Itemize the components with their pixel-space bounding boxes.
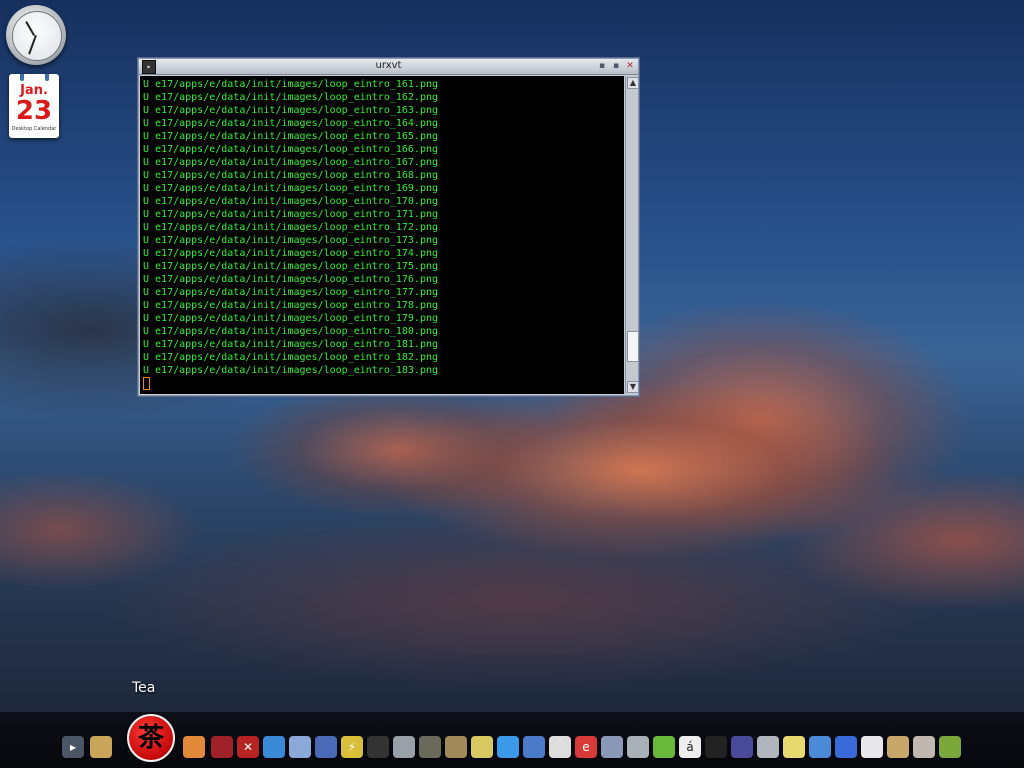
terminal-line: U e17/apps/e/data/init/images/loop_eintr… [143, 79, 439, 90]
printer-icon[interactable] [627, 736, 649, 758]
terminal-line: U e17/apps/e/data/init/images/loop_eintr… [143, 339, 439, 350]
calendar-caption: Desktop Calendar [11, 126, 57, 132]
terminal-line: U e17/apps/e/data/init/images/loop_eintr… [143, 131, 439, 142]
calculator-icon[interactable] [757, 736, 779, 758]
speech-icon[interactable] [549, 736, 571, 758]
scroll-down-arrow-icon[interactable]: ▼ [627, 381, 639, 393]
tools-icon[interactable] [913, 736, 935, 758]
terminal-line: U e17/apps/e/data/init/images/loop_eintr… [143, 248, 439, 259]
terminal-line: U e17/apps/e/data/init/images/loop_eintr… [143, 235, 439, 246]
bomb-icon[interactable] [705, 736, 727, 758]
character-map-icon[interactable]: á [679, 736, 701, 758]
terminal-line: U e17/apps/e/data/init/images/loop_eintr… [143, 222, 439, 233]
terminal-line: U e17/apps/e/data/init/images/loop_eintr… [143, 326, 439, 337]
terminal-area[interactable]: U e17/apps/e/data/init/images/loop_eintr… [140, 76, 624, 394]
urxvt-window[interactable]: ▸ urxvt ▪ ▪ ✕ U e17/apps/e/data/init/ima… [137, 57, 640, 397]
terminal-line: U e17/apps/e/data/init/images/loop_eintr… [143, 157, 439, 168]
record-icon[interactable] [211, 736, 233, 758]
chat-bubble-icon[interactable] [263, 736, 285, 758]
terminal-line: U e17/apps/e/data/init/images/loop_eintr… [143, 313, 439, 324]
web-icon[interactable] [887, 736, 909, 758]
email-e-icon[interactable]: e [575, 736, 597, 758]
terminal-line: U e17/apps/e/data/init/images/loop_eintr… [143, 365, 439, 376]
terminal-line: U e17/apps/e/data/init/images/loop_eintr… [143, 144, 439, 155]
clock-face [12, 11, 62, 61]
dock-bar: 茶 ▸ ✕ ⚡ e á [0, 712, 1024, 768]
shell-icon[interactable] [183, 736, 205, 758]
robot-icon[interactable] [393, 736, 415, 758]
water-drop-icon[interactable] [497, 736, 519, 758]
rocket-icon[interactable] [315, 736, 337, 758]
terminal-line: U e17/apps/e/data/init/images/loop_eintr… [143, 105, 439, 116]
user-icon[interactable] [653, 736, 675, 758]
maximize-button[interactable]: ▪ [611, 61, 621, 71]
terminal-icon[interactable]: ▸ [62, 736, 84, 758]
terminal-line: U e17/apps/e/data/init/images/loop_eintr… [143, 92, 439, 103]
clock-gadget[interactable] [6, 5, 66, 65]
terminal-line: U e17/apps/e/data/init/images/loop_eintr… [143, 118, 439, 129]
terminal-line: U e17/apps/e/data/init/images/loop_eintr… [143, 209, 439, 220]
terminal-line: U e17/apps/e/data/init/images/loop_eintr… [143, 287, 439, 298]
terminal-line: U e17/apps/e/data/init/images/loop_eintr… [143, 170, 439, 181]
notes-icon[interactable] [783, 736, 805, 758]
terminal-prompt [140, 377, 624, 390]
clapperboard-icon[interactable] [367, 736, 389, 758]
desktop-calendar[interactable]: Jan. 23 Desktop Calendar [9, 74, 59, 138]
window-titlebar[interactable]: ▸ urxvt ▪ ▪ ✕ [139, 59, 638, 75]
disc-icon[interactable] [861, 736, 883, 758]
moon-icon[interactable] [731, 736, 753, 758]
calendar-rings [9, 74, 59, 81]
ball-icon[interactable] [445, 736, 467, 758]
terminal-line: U e17/apps/e/data/init/images/loop_eintr… [143, 183, 439, 194]
books-icon[interactable] [523, 736, 545, 758]
terminal-line: U e17/apps/e/data/init/images/loop_eintr… [143, 274, 439, 285]
launcher-tooltip-label: Tea [132, 680, 156, 696]
joystick-icon[interactable] [289, 736, 311, 758]
penguin-icon[interactable] [471, 736, 493, 758]
close-button[interactable]: ✕ [625, 61, 635, 71]
floppy-save-icon[interactable] [90, 736, 112, 758]
scroll-up-arrow-icon[interactable]: ▲ [627, 77, 639, 89]
terminal-scrollbar[interactable]: ▲ ▼ [625, 76, 639, 394]
text-cursor [143, 377, 150, 390]
book-icon[interactable] [939, 736, 961, 758]
scrollbar-thumb[interactable] [627, 330, 639, 362]
x-tools-icon[interactable]: ✕ [237, 736, 259, 758]
window-title: urxvt [375, 60, 402, 71]
terminal-line: U e17/apps/e/data/init/images/loop_eintr… [143, 352, 439, 363]
check-icon[interactable] [835, 736, 857, 758]
terminal-output: U e17/apps/e/data/init/images/loop_eintr… [140, 76, 624, 377]
camera-icon[interactable] [601, 736, 623, 758]
lightning-icon[interactable]: ⚡ [341, 736, 363, 758]
calendar-day: 23 [15, 96, 53, 126]
cube-icon[interactable] [809, 736, 831, 758]
terminal-line: U e17/apps/e/data/init/images/loop_eintr… [143, 300, 439, 311]
bird-icon[interactable] [419, 736, 441, 758]
iconify-button[interactable]: ▪ [597, 61, 607, 71]
terminal-line: U e17/apps/e/data/init/images/loop_eintr… [143, 196, 439, 207]
tea-launcher-icon[interactable]: 茶 [127, 714, 175, 762]
terminal-line: U e17/apps/e/data/init/images/loop_eintr… [143, 261, 439, 272]
